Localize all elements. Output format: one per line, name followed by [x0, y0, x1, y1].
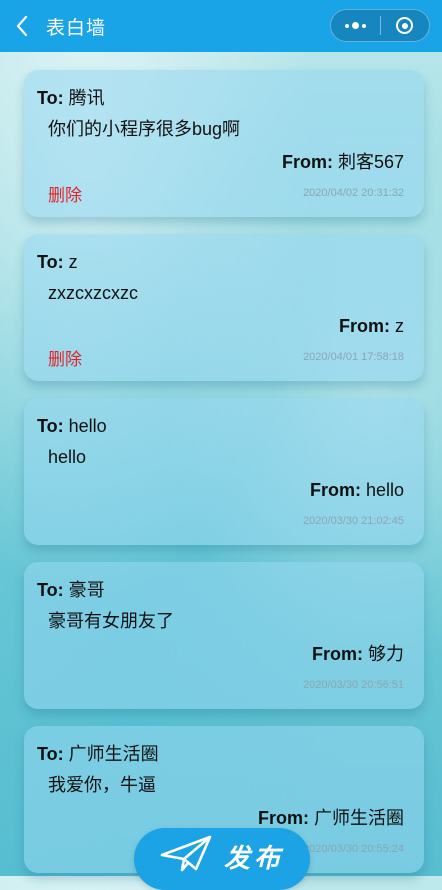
from-label: From:	[338, 316, 390, 336]
from-name: 够力	[362, 644, 404, 664]
to-label: To:	[37, 744, 64, 764]
to-name: z	[63, 252, 78, 272]
post-message: 你们的小程序很多bug啊	[48, 119, 241, 139]
post-timestamp: 2020/03/30 20:56:51	[303, 679, 404, 691]
post-list: To: 腾讯 你们的小程序很多bug啊 From: 刺客567 删除 2020/…	[24, 70, 424, 890]
post-from: From: hello	[37, 474, 404, 506]
from-name: 广师生活圈	[308, 808, 404, 828]
post-card[interactable]: To: z zxzcxzcxzc From: z 删除 2020/04/01 1…	[24, 234, 424, 381]
from-name: z	[389, 316, 404, 336]
from-label: From:	[257, 808, 309, 828]
publish-button[interactable]: 发布	[134, 828, 310, 890]
to-name: hello	[63, 416, 107, 436]
from-label: From:	[281, 152, 333, 172]
chevron-left-icon[interactable]	[10, 14, 34, 38]
post-message: 豪哥有女朋友了	[48, 611, 174, 631]
post-to: To: hello	[37, 412, 410, 440]
post-from: From: z	[37, 310, 404, 342]
post-footer: 删除 2020/04/02 20:31:32	[37, 178, 410, 208]
post-footer: 2020/03/30 20:56:51	[37, 670, 410, 700]
to-label: To:	[37, 252, 64, 272]
post-to: To: 腾讯	[37, 84, 410, 112]
post-timestamp: 2020/03/30 21:02:45	[303, 515, 404, 527]
from-label: From:	[311, 644, 363, 664]
mini-program-capsule	[330, 9, 430, 42]
paper-plane-icon	[160, 835, 212, 878]
delete-button[interactable]: 删除	[48, 345, 82, 370]
delete-button[interactable]: 删除	[48, 181, 82, 206]
post-from: From: 够力	[37, 638, 404, 670]
post-timestamp: 2020/03/30 20:55:24	[303, 843, 404, 855]
to-name: 豪哥	[63, 580, 105, 600]
top-navbar: 表白墙	[0, 0, 442, 52]
post-card[interactable]: To: hello hello From: hello 2020/03/30 2…	[24, 398, 424, 545]
more-button[interactable]	[331, 10, 380, 41]
from-label: From:	[309, 480, 361, 500]
post-timestamp: 2020/04/02 20:31:32	[303, 187, 404, 199]
from-name: hello	[360, 480, 404, 500]
post-message: 我爱你，牛逼	[48, 775, 156, 795]
post-from: From: 刺客567	[37, 146, 404, 178]
post-card[interactable]: To: 豪哥 豪哥有女朋友了 From: 够力 2020/03/30 20:56…	[24, 562, 424, 709]
to-label: To:	[37, 416, 64, 436]
publish-label: 发布	[223, 842, 284, 873]
post-to: To: z	[37, 248, 410, 276]
post-timestamp: 2020/04/01 17:58:18	[303, 351, 404, 363]
page-title: 表白墙	[46, 17, 107, 39]
post-footer: 2020/03/30 21:02:45	[37, 506, 410, 536]
post-message: zxzcxzcxzc	[48, 283, 138, 303]
post-card[interactable]: To: 腾讯 你们的小程序很多bug啊 From: 刺客567 删除 2020/…	[24, 70, 424, 217]
to-name: 广师生活圈	[63, 744, 159, 764]
to-label: To:	[37, 580, 64, 600]
post-to: To: 豪哥	[37, 576, 410, 604]
post-to: To: 广师生活圈	[37, 740, 410, 768]
target-circle-icon	[396, 17, 414, 34]
post-footer: 删除 2020/04/01 17:58:18	[37, 342, 410, 372]
to-name: 腾讯	[63, 88, 105, 108]
to-label: To:	[37, 88, 64, 108]
close-button[interactable]	[381, 10, 430, 41]
post-message: hello	[48, 447, 87, 467]
from-name: 刺客567	[332, 152, 404, 172]
more-dots-icon	[344, 22, 366, 29]
